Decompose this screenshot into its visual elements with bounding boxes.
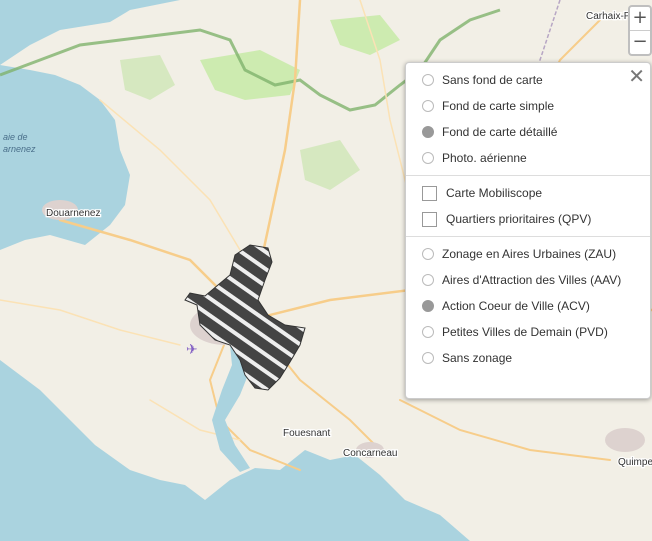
option-label: Quartiers prioritaires (QPV) (446, 212, 592, 226)
place-label: Douarnenez (46, 208, 100, 219)
zoning-group: Zonage en Aires Urbaines (ZAU) Aires d'A… (406, 236, 650, 375)
basemap-option-simple[interactable]: Fond de carte simple (406, 93, 650, 119)
layer-panel: ✕ Sans fond de carte Fond de carte simpl… (405, 62, 651, 399)
overlay-option-mobiliscope[interactable]: Carte Mobiliscope (406, 180, 650, 206)
zoning-option-none[interactable]: Sans zonage (406, 345, 650, 371)
option-label: Photo. aérienne (442, 151, 527, 165)
place-label: Quimpe (618, 457, 652, 468)
option-label: Sans fond de carte (442, 73, 543, 87)
close-icon[interactable]: ✕ (628, 64, 645, 88)
option-label: Petites Villes de Demain (PVD) (442, 325, 608, 339)
checkbox[interactable] (422, 211, 437, 227)
option-label: Sans zonage (442, 351, 513, 365)
basemap-option-none[interactable]: Sans fond de carte (406, 67, 650, 93)
zoom-control: + − (628, 5, 652, 56)
radio-button[interactable] (422, 326, 434, 338)
overlay-group: Carte Mobiliscope Quartiers prioritaires… (406, 175, 650, 236)
radio-button[interactable] (422, 152, 434, 164)
zoning-option-zau[interactable]: Zonage en Aires Urbaines (ZAU) (406, 241, 650, 267)
urban-area (605, 428, 645, 452)
option-label: Aires d'Attraction des Villes (AAV) (442, 273, 622, 287)
option-label: Carte Mobiliscope (446, 186, 543, 200)
radio-button[interactable] (422, 300, 434, 312)
overlay-option-qpv[interactable]: Quartiers prioritaires (QPV) (406, 206, 650, 232)
zoning-option-acv[interactable]: Action Coeur de Ville (ACV) (406, 293, 650, 319)
place-label: Concarneau (343, 448, 397, 459)
option-label: Fond de carte simple (442, 99, 555, 113)
place-label: Fouesnant (283, 428, 330, 439)
radio-button[interactable] (422, 352, 434, 364)
radio-button[interactable] (422, 126, 434, 138)
airport-icon: ✈ (186, 342, 198, 358)
zoom-in-button[interactable]: + (630, 7, 650, 30)
radio-button[interactable] (422, 100, 434, 112)
option-label: Action Coeur de Ville (ACV) (442, 299, 590, 313)
radio-button[interactable] (422, 74, 434, 86)
option-label: Fond de carte détaillé (442, 125, 558, 139)
place-label: Carhaix-P (586, 11, 631, 22)
sea-label: aie de (3, 132, 28, 142)
zoning-option-aav[interactable]: Aires d'Attraction des Villes (AAV) (406, 267, 650, 293)
radio-button[interactable] (422, 274, 434, 286)
zoom-out-button[interactable]: − (630, 30, 650, 54)
basemap-group: Sans fond de carte Fond de carte simple … (406, 63, 650, 175)
checkbox[interactable] (422, 185, 437, 201)
basemap-option-aerial[interactable]: Photo. aérienne (406, 145, 650, 171)
option-label: Zonage en Aires Urbaines (ZAU) (442, 247, 617, 261)
radio-button[interactable] (422, 248, 434, 260)
sea-label: arnenez (3, 144, 36, 154)
zoning-option-pvd[interactable]: Petites Villes de Demain (PVD) (406, 319, 650, 345)
basemap-option-detailed[interactable]: Fond de carte détaillé (406, 119, 650, 145)
